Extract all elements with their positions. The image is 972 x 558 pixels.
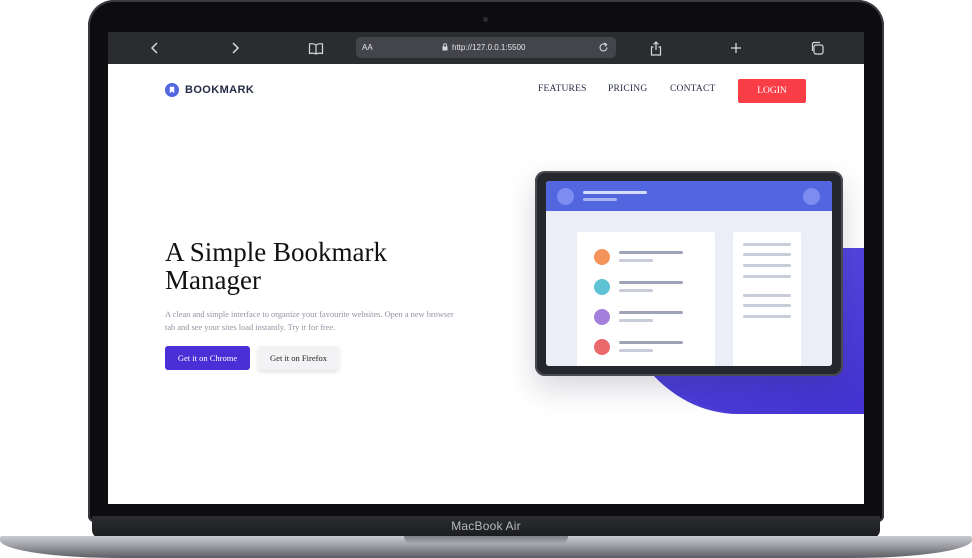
bookmarks-button[interactable] xyxy=(302,36,330,60)
mock-line xyxy=(619,289,653,292)
login-button[interactable]: LOGIN xyxy=(738,79,806,103)
reload-button[interactable] xyxy=(594,39,612,56)
new-tab-button[interactable] xyxy=(722,36,750,60)
share-button[interactable] xyxy=(642,36,670,60)
mock-title-bar xyxy=(583,191,647,194)
web-page: BOOKMARK FEATURES PRICING CONTACT LOGIN … xyxy=(108,64,864,504)
address-bar[interactable]: AA http://127.0.0.1:5500 xyxy=(356,37,616,58)
mock-line xyxy=(619,311,683,314)
mock-subtitle-bar xyxy=(583,198,617,201)
forward-button[interactable] xyxy=(221,36,249,60)
mock-line xyxy=(743,275,791,278)
mock-line xyxy=(619,281,683,284)
laptop-base-notch xyxy=(404,536,568,544)
mock-line xyxy=(619,341,683,344)
mock-line xyxy=(743,315,791,318)
nav-contact[interactable]: CONTACT xyxy=(670,84,716,94)
hero-description: A clean and simple interface to organize… xyxy=(165,310,454,332)
mock-bookmark-card xyxy=(577,232,715,366)
reader-aa-button[interactable]: AA xyxy=(362,37,373,58)
mock-line xyxy=(619,349,653,352)
mock-line xyxy=(743,253,791,256)
tabs-overview-button[interactable] xyxy=(803,36,831,60)
camera xyxy=(483,17,488,22)
forward-icon xyxy=(232,42,240,54)
browser-screen: AA http://127.0.0.1:5500 BOOKMARK FEATUR… xyxy=(108,32,864,504)
bookmarks-icon xyxy=(308,42,324,55)
tablet-screen xyxy=(546,181,832,366)
mock-side-card xyxy=(733,232,801,366)
firefox-download-button[interactable]: Get it on Firefox xyxy=(258,346,339,370)
mock-line xyxy=(743,304,791,307)
tabs-icon xyxy=(811,41,824,55)
browser-toolbar: AA http://127.0.0.1:5500 xyxy=(108,32,864,64)
mock-avatar xyxy=(557,188,574,205)
mock-line xyxy=(743,294,791,297)
mock-line xyxy=(743,264,791,267)
back-icon xyxy=(150,42,158,54)
bookmark-logo-icon xyxy=(165,83,179,97)
logo-text: BOOKMARK xyxy=(185,84,255,96)
mock-line xyxy=(743,243,791,246)
mock-bookmark-dot xyxy=(594,249,610,265)
nav-features[interactable]: FEATURES xyxy=(538,84,587,94)
hero-tablet-illustration xyxy=(535,171,843,376)
mock-header xyxy=(546,181,832,211)
mock-bookmark-dot xyxy=(594,339,610,355)
chrome-download-button[interactable]: Get it on Chrome xyxy=(165,346,250,370)
new-tab-icon xyxy=(731,43,741,53)
mock-menu-dot xyxy=(803,188,820,205)
mock-line xyxy=(619,319,653,322)
mock-bookmark-dot xyxy=(594,279,610,295)
back-button[interactable] xyxy=(141,36,169,60)
mock-line xyxy=(619,259,653,262)
device-model-label: MacBook Air xyxy=(451,519,521,533)
share-icon xyxy=(650,40,662,56)
site-logo[interactable]: BOOKMARK xyxy=(165,83,254,97)
hero-title: A Simple Bookmark Manager xyxy=(165,237,387,295)
url-text: http://127.0.0.1:5500 xyxy=(452,43,526,52)
mock-line xyxy=(619,251,683,254)
lock-icon xyxy=(442,43,448,51)
mock-bookmark-dot xyxy=(594,309,610,325)
reload-icon xyxy=(598,42,608,52)
nav-pricing[interactable]: PRICING xyxy=(608,84,647,94)
